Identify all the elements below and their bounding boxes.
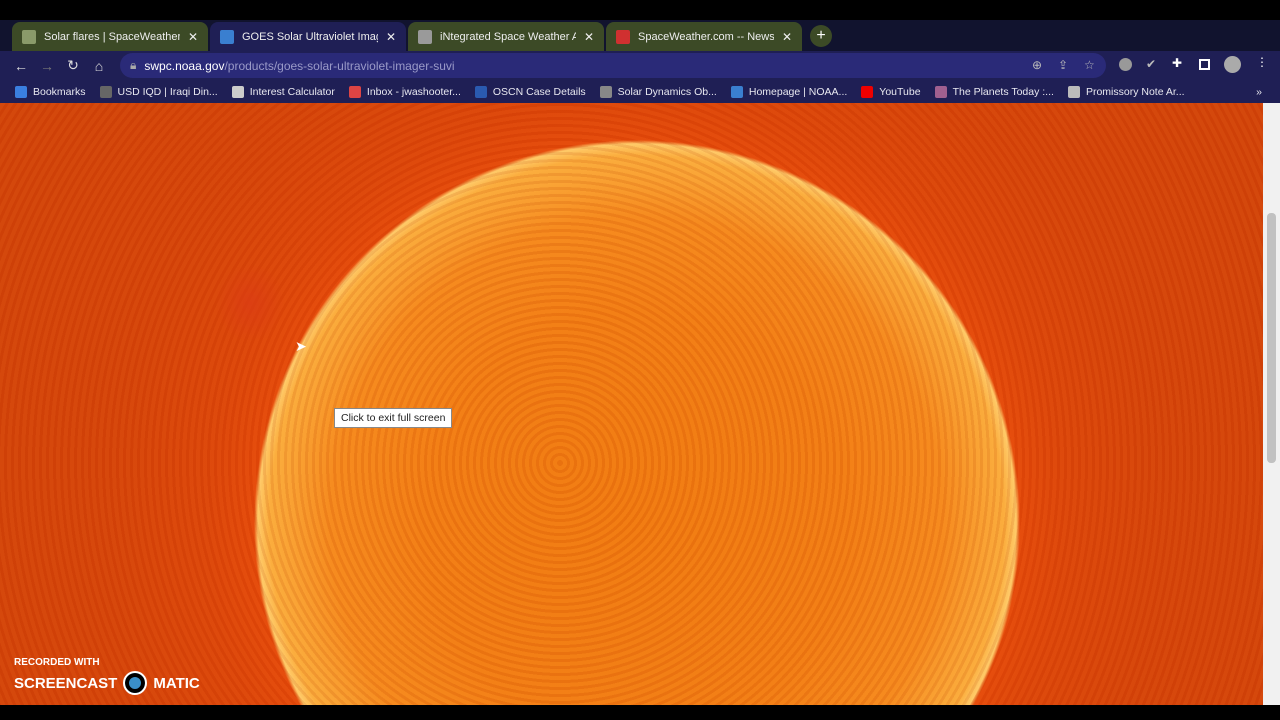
extension-w-icon[interactable] xyxy=(1119,58,1132,71)
bookmark-item[interactable]: Inbox - jwashooter... xyxy=(348,85,461,98)
bookmark-item[interactable]: Homepage | NOAA... xyxy=(730,85,848,98)
scrollbar[interactable] xyxy=(1263,103,1280,705)
url-host: swpc.noaa.gov xyxy=(144,58,225,73)
bookmark-label: USD IQD | Iraqi Din... xyxy=(117,85,218,98)
bookmark-label: The Planets Today :... xyxy=(952,85,1054,98)
tab-title: Solar flares | SpaceWeatherLive.com xyxy=(44,30,180,43)
tab-title: SpaceWeather.com -- News and information xyxy=(638,30,774,43)
side-panel-icon[interactable] xyxy=(1199,59,1210,70)
bookmark-label: Homepage | NOAA... xyxy=(748,85,848,98)
bookmark-label: Interest Calculator xyxy=(249,85,335,98)
menu-icon[interactable]: ⋮ xyxy=(1256,55,1268,69)
bookmark-item[interactable]: YouTube xyxy=(861,85,921,98)
url-path: /products/goes-solar-ultraviolet-imager-… xyxy=(224,58,455,73)
bookmark-favicon-icon xyxy=(348,85,361,98)
scrollbar-thumb[interactable] xyxy=(1267,213,1276,463)
page-content: ➤ Click to exit full screen xyxy=(0,103,1263,705)
screencast-watermark: RECORDED WITH SCREENCAST MATIC xyxy=(14,657,200,695)
back-icon[interactable]: ← xyxy=(8,58,34,74)
close-icon[interactable]: ✕ xyxy=(386,30,396,44)
puzzle-icon[interactable]: ✚ xyxy=(1172,56,1182,70)
tab-spaceweather-com[interactable]: SpaceWeather.com -- News and information… xyxy=(606,22,802,51)
address-bar[interactable]: 🔒︎ swpc.noaa.gov/products/goes-solar-ult… xyxy=(120,53,1106,78)
toolbar: ← → ↻ ⌂ 🔒︎ swpc.noaa.gov/products/goes-s… xyxy=(0,51,1280,80)
new-tab-button[interactable]: + xyxy=(810,25,832,47)
bookmark-favicon-icon xyxy=(730,85,743,98)
close-icon[interactable]: ✕ xyxy=(584,30,594,44)
bookmark-label: Solar Dynamics Ob... xyxy=(617,85,717,98)
bookmark-favicon-icon xyxy=(934,85,947,98)
bookmark-item[interactable]: Bookmarks xyxy=(15,85,86,98)
bookmark-item[interactable]: USD IQD | Iraqi Din... xyxy=(99,85,218,98)
tab-iswa[interactable]: iNtegrated Space Weather Analysis ✕ xyxy=(408,22,604,51)
bookmark-label: YouTube xyxy=(879,85,921,98)
fullscreen-tooltip: Click to exit full screen xyxy=(334,408,453,428)
close-icon[interactable]: ✕ xyxy=(782,30,792,44)
tab-favicon-icon xyxy=(418,29,432,44)
extension-icon[interactable]: ✔ xyxy=(1146,57,1156,71)
home-icon[interactable]: ⌂ xyxy=(86,58,112,74)
avatar[interactable] xyxy=(1224,56,1241,73)
bookmark-label: Bookmarks xyxy=(33,85,86,98)
bookmark-favicon-icon xyxy=(231,85,244,98)
star-icon[interactable]: ☆ xyxy=(1084,58,1095,72)
bookmark-item[interactable]: Promissory Note Ar... xyxy=(1067,85,1185,98)
forward-icon[interactable]: → xyxy=(34,58,60,74)
bookmark-favicon-icon xyxy=(15,85,27,98)
zoom-icon[interactable]: ⊕ xyxy=(1032,58,1042,72)
tab-goes-suvi[interactable]: GOES Solar Ultraviolet Imager (SUVI) ✕ xyxy=(210,22,406,51)
bookmark-item[interactable]: The Planets Today :... xyxy=(934,85,1054,98)
watermark-left: SCREENCAST xyxy=(14,674,118,692)
bookmark-favicon-icon xyxy=(599,85,612,98)
share-icon[interactable]: ⇪ xyxy=(1058,58,1068,72)
bookmarks-bar: Bookmarks USD IQD | Iraqi Din... Interest … xyxy=(0,80,1280,103)
bookmark-label: Inbox - jwashooter... xyxy=(366,85,461,98)
tab-strip: Solar flares | SpaceWeatherLive.com ✕ GOE… xyxy=(0,20,1280,51)
watermark-line1: RECORDED WITH xyxy=(14,657,100,668)
screencast-logo-icon xyxy=(123,671,148,695)
bookmark-label: Promissory Note Ar... xyxy=(1085,85,1185,98)
bookmarks-overflow-icon[interactable]: » xyxy=(1256,86,1262,98)
bookmark-favicon-icon xyxy=(99,85,112,98)
tab-favicon-icon xyxy=(22,29,36,44)
lock-icon: 🔒︎ xyxy=(130,58,137,72)
mouse-cursor-icon: ➤ xyxy=(295,338,307,354)
watermark-right: MATIC xyxy=(153,674,200,692)
reload-icon[interactable]: ↻ xyxy=(60,57,86,74)
solar-prominence xyxy=(215,263,285,343)
tab-title: GOES Solar Ultraviolet Imager (SUVI) xyxy=(242,30,378,43)
tab-title: iNtegrated Space Weather Analysis xyxy=(440,30,576,43)
bookmark-favicon-icon xyxy=(474,85,487,98)
close-icon[interactable]: ✕ xyxy=(188,30,198,44)
tab-spaceweatherlive[interactable]: Solar flares | SpaceWeatherLive.com ✕ xyxy=(12,22,208,51)
bookmark-label: OSCN Case Details xyxy=(492,85,586,98)
bookmark-favicon-icon xyxy=(861,85,874,98)
bookmark-item[interactable]: OSCN Case Details xyxy=(474,85,586,98)
bookmark-item[interactable]: Interest Calculator xyxy=(231,85,335,98)
bookmark-favicon-icon xyxy=(1067,85,1080,98)
bookmark-item[interactable]: Solar Dynamics Ob... xyxy=(599,85,717,98)
tab-favicon-icon xyxy=(616,29,630,44)
tab-favicon-icon xyxy=(220,29,234,44)
sun-image[interactable] xyxy=(0,103,1263,705)
